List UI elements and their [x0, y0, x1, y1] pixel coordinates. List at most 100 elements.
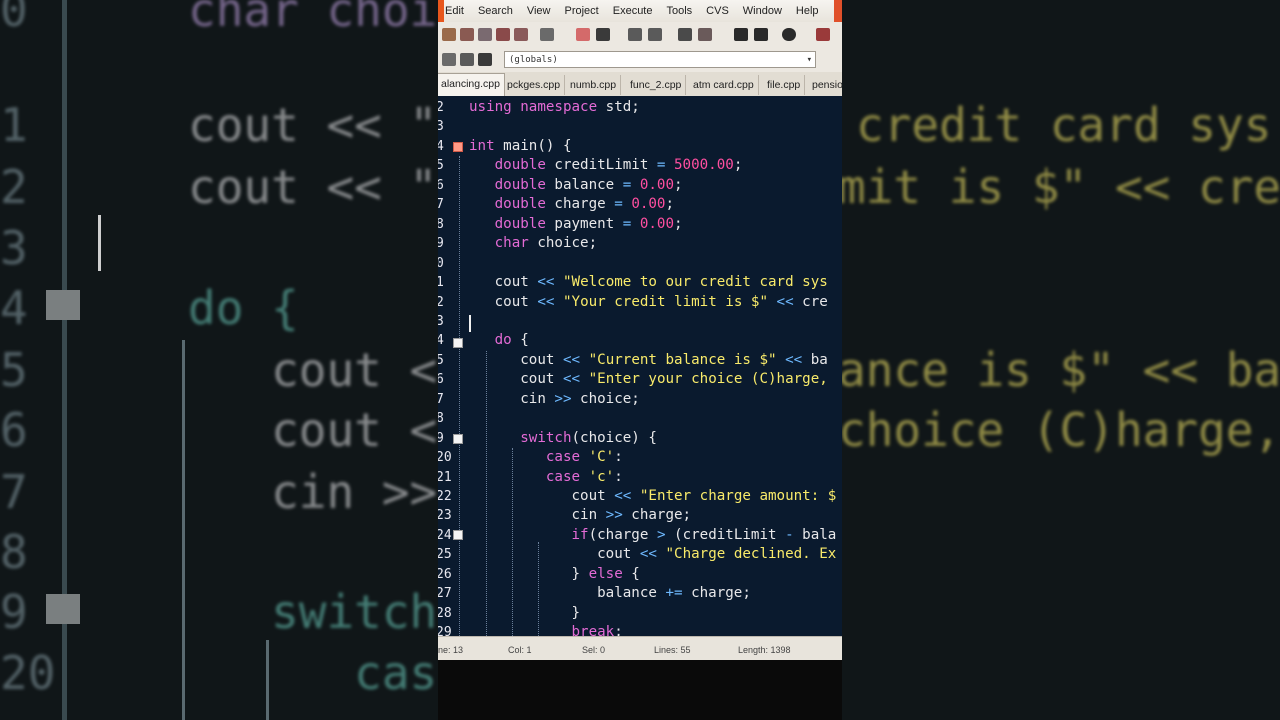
file-tabs: alancing.cpp pckges.cpp numb.cpp func_2.…	[438, 72, 842, 97]
bg-code-line: mit is $" << cre	[842, 160, 1280, 214]
code-text: do {	[494, 332, 529, 349]
unindent-icon[interactable]	[698, 28, 712, 41]
fold-toggle[interactable]	[453, 530, 463, 540]
back-icon[interactable]	[442, 53, 456, 66]
replace-icon[interactable]	[648, 28, 662, 41]
bg-line-number: 8	[0, 525, 28, 579]
line-number: 5	[438, 352, 444, 368]
status-sel: Sel: 0	[582, 645, 606, 655]
fold-toggle[interactable]	[453, 434, 463, 444]
menu-execute[interactable]: Execute	[606, 5, 660, 17]
code-text: case 'c':	[545, 468, 623, 485]
scope-select[interactable]: (globals) ▾	[504, 51, 816, 68]
line-number: 23	[438, 508, 452, 524]
code-text: char choice;	[494, 235, 598, 252]
bg-code-line: cout <	[188, 403, 438, 457]
tab-atm-card[interactable]: atm card.cpp	[689, 75, 759, 95]
menu-search[interactable]: Search	[471, 5, 520, 17]
menu-tools[interactable]: Tools	[659, 5, 699, 17]
status-line: ne: 13	[438, 645, 464, 655]
code-text: balance += charge;	[469, 585, 751, 602]
code-text: using namespace std;	[469, 99, 640, 115]
menu-view[interactable]: View	[520, 5, 558, 17]
bg-line-number: 20	[0, 646, 56, 700]
line-number: 29	[438, 625, 452, 636]
window-accent	[438, 0, 444, 22]
menu-help[interactable]: Help	[789, 5, 826, 17]
bg-code-line: char choi	[188, 0, 438, 37]
redo-icon[interactable]	[596, 28, 610, 41]
tab-pension[interactable]: pensio	[808, 75, 842, 95]
menu-cvs[interactable]: CVS	[699, 5, 736, 17]
close-all-icon[interactable]	[514, 28, 528, 41]
line-number: 21	[438, 469, 452, 485]
bg-line-number: 2	[0, 160, 28, 214]
open-icon[interactable]	[442, 28, 456, 41]
print-icon[interactable]	[540, 28, 554, 41]
bookmark-icon[interactable]	[754, 28, 768, 41]
tab-numb[interactable]: numb.cpp	[566, 75, 622, 95]
bg-code-line: cout << "	[188, 98, 438, 152]
scope-select-value: (globals)	[509, 55, 558, 65]
bg-line-number: 1	[0, 98, 28, 152]
line-number: 24	[438, 527, 452, 543]
grid-icon[interactable]	[816, 28, 830, 41]
save-all-icon[interactable]	[478, 28, 492, 41]
bottom-bezel	[438, 660, 842, 720]
ide-window: Edit Search View Project Execute Tools C…	[438, 0, 842, 720]
code-text: cin >> charge;	[469, 507, 692, 524]
code-text: double creditLimit = 5000.00;	[494, 157, 743, 174]
insert-icon[interactable]	[478, 53, 492, 66]
close-file-icon[interactable]	[496, 28, 510, 41]
bg-fold-marker	[46, 594, 80, 624]
bg-line-number: 5	[0, 343, 28, 397]
fold-toggle[interactable]	[453, 142, 463, 152]
code-text: cout << "Your credit limit is $" << cre	[469, 293, 828, 310]
line-number: 4	[438, 333, 444, 349]
fold-toggle[interactable]	[453, 338, 463, 348]
goto-line-icon[interactable]	[734, 28, 748, 41]
bg-code-line: do {	[188, 281, 299, 335]
code-text: int main() {	[469, 137, 572, 154]
chevron-down-icon: ▾	[806, 55, 812, 65]
line-number: 6	[438, 177, 444, 193]
line-number: 8	[438, 216, 444, 232]
tab-pckges[interactable]: pckges.cpp	[503, 75, 566, 95]
bg-code-line: cout << "	[188, 160, 438, 214]
tab-balancing[interactable]: alancing.cpp	[438, 73, 505, 96]
text-cursor	[469, 315, 471, 332]
line-number: 2	[438, 100, 444, 115]
line-number: 20	[438, 450, 452, 466]
save-icon[interactable]	[460, 28, 474, 41]
background-zoom-right: credit card sys mit is $" << cre ance is…	[842, 0, 1280, 720]
code-text: cout << "Current balance is $" << ba	[469, 351, 828, 368]
bg-code-line: cas	[188, 646, 438, 700]
bg-code-line: choice (C)harge,	[842, 403, 1280, 457]
find-icon[interactable]	[628, 28, 642, 41]
code-text: double payment = 0.00;	[494, 215, 683, 232]
menu-project[interactable]: Project	[557, 5, 605, 17]
status-bar: ne: 13 Col: 1 Sel: 0 Lines: 55 Length: 1…	[438, 636, 842, 661]
code-text: cout << "Welcome to our credit card sys	[469, 274, 828, 291]
code-text: } else {	[469, 565, 640, 582]
code-editor[interactable]: 2 using namespace std; 3 4 int main() { 5 dou…	[438, 96, 842, 636]
menu-window[interactable]: Window	[736, 5, 789, 17]
forward-icon[interactable]	[460, 53, 474, 66]
indent-icon[interactable]	[678, 28, 692, 41]
line-number: 1	[438, 275, 444, 291]
code-text: switch(choice) {	[520, 429, 657, 446]
bg-code-line: cout <	[188, 343, 438, 397]
line-number: 4	[438, 138, 444, 154]
tab-file[interactable]: file.cpp	[763, 75, 806, 95]
bg-code-line: credit card sys	[856, 98, 1272, 152]
debug-icon[interactable]	[782, 28, 796, 41]
code-text: cout << "Enter your choice (C)harge,	[469, 371, 828, 388]
bg-code-line: ance is $" << bal	[842, 343, 1280, 397]
bg-line-number: 3	[0, 221, 28, 275]
line-number: 3	[438, 119, 444, 135]
bg-line-number: 4	[0, 281, 28, 335]
undo-icon[interactable]	[576, 28, 590, 41]
main-toolbar	[438, 22, 842, 49]
line-number: 5	[438, 158, 444, 174]
tab-func-2[interactable]: func_2.cpp	[626, 75, 687, 95]
